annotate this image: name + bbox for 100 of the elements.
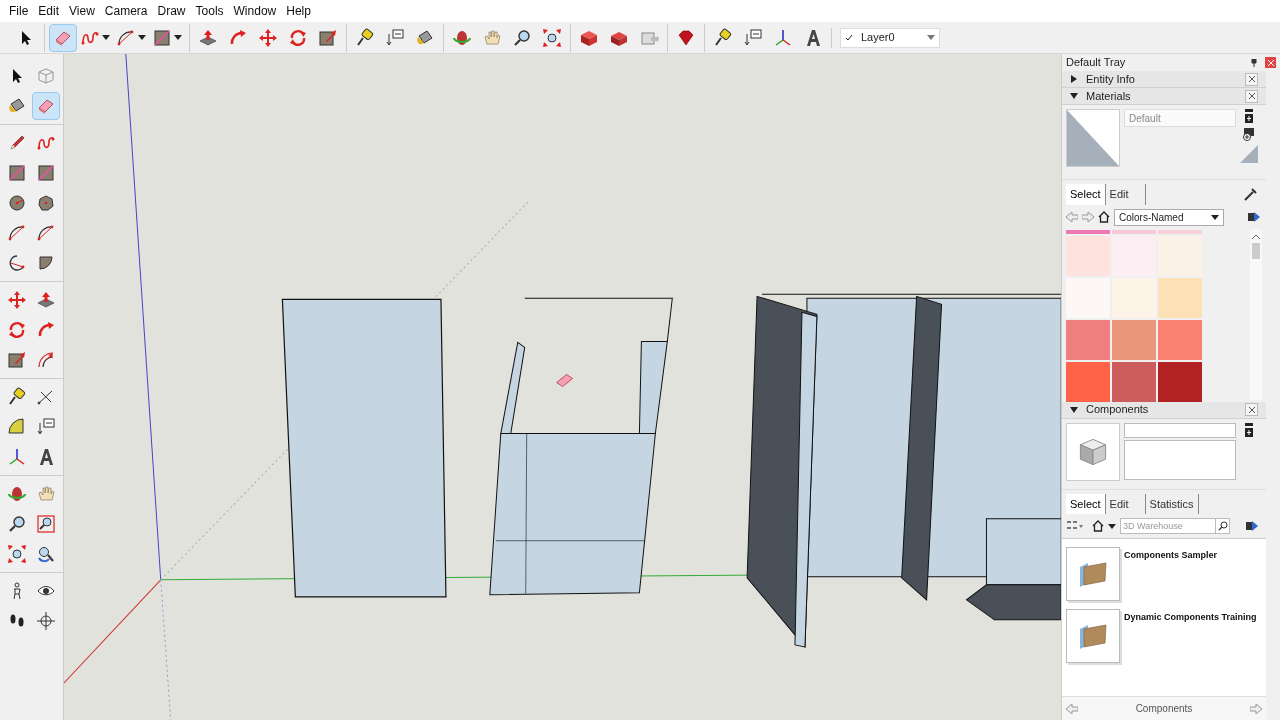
zoom-icon — [7, 514, 27, 534]
close-icon — [1267, 59, 1274, 66]
color-swatch[interactable] — [1158, 361, 1202, 402]
color-swatch[interactable] — [1112, 319, 1156, 360]
home-icon[interactable] — [1092, 520, 1104, 532]
secondary-preview — [1240, 145, 1258, 163]
close-icon — [1248, 76, 1255, 82]
close-icon — [1248, 93, 1255, 99]
scale-icon — [318, 27, 338, 48]
color-swatch[interactable] — [1112, 235, 1156, 276]
menu-item[interactable]: Window — [228, 2, 282, 20]
color-swatch[interactable] — [1158, 229, 1202, 234]
tray-title: Default Tray — [1066, 55, 1126, 71]
details-arrow-icon[interactable] — [1246, 520, 1258, 532]
close-button[interactable] — [1245, 89, 1258, 103]
gem-icon — [676, 27, 696, 48]
tray-close-button[interactable] — [1265, 57, 1276, 68]
rectangle-icon — [7, 163, 27, 183]
component-item-label[interactable]: Dynamic Components Training — [1124, 611, 1257, 625]
add-material-icon[interactable] — [1244, 109, 1254, 123]
scale-icon — [7, 350, 27, 370]
menu-item[interactable]: Tools — [190, 2, 229, 20]
caret-icon — [174, 35, 182, 40]
scroll-thumb[interactable] — [1252, 242, 1260, 259]
color-swatch[interactable] — [1158, 235, 1202, 276]
eyedropper-icon[interactable] — [1244, 187, 1258, 202]
close-icon — [1248, 406, 1255, 413]
layer-dropdown[interactable]: Layer0 — [840, 27, 940, 48]
move-icon — [7, 290, 27, 310]
panel-title: Components — [1086, 402, 1149, 418]
details-arrow-icon[interactable] — [1248, 211, 1260, 223]
caret-icon — [102, 35, 110, 40]
arc-icon — [7, 223, 27, 243]
color-swatch[interactable] — [1112, 361, 1156, 402]
component-name-field[interactable] — [1124, 422, 1236, 438]
search-button[interactable] — [1216, 518, 1230, 534]
menu-item[interactable]: File — [4, 2, 34, 20]
crosshair-icon — [36, 611, 57, 631]
menu-item[interactable]: Draw — [152, 2, 191, 20]
view-options-icon[interactable] — [1066, 520, 1084, 532]
expanded-triangle-icon — [1070, 405, 1078, 414]
color-swatch[interactable] — [1066, 235, 1110, 276]
menu-item[interactable]: Edit — [33, 2, 65, 20]
caret-icon — [138, 35, 146, 40]
eraser-tool-button[interactable] — [49, 23, 77, 52]
color-swatch[interactable] — [1158, 319, 1202, 360]
color-swatch[interactable] — [1066, 229, 1110, 234]
scrollbar[interactable] — [1250, 229, 1262, 400]
caret-icon[interactable] — [1108, 523, 1116, 529]
material-name-field[interactable]: Default — [1124, 109, 1236, 127]
search-icon — [1217, 521, 1228, 531]
protractor-icon — [7, 417, 27, 437]
text-label-icon — [36, 417, 57, 437]
panel-header[interactable]: Materials — [1062, 88, 1266, 105]
text-label-icon — [743, 27, 763, 48]
panel-tab[interactable]: Select — [1066, 184, 1106, 205]
panel-header[interactable]: Entity Info — [1062, 71, 1266, 88]
eraser-tool-button[interactable] — [32, 92, 61, 120]
search-field[interactable]: 3D Warehouse — [1120, 518, 1216, 534]
close-button[interactable] — [1245, 72, 1258, 86]
menu-item[interactable]: Camera — [99, 2, 153, 20]
zoom-window-icon — [36, 514, 57, 534]
zoom-extents-icon — [542, 27, 562, 48]
close-button[interactable] — [1245, 403, 1258, 416]
axes-icon — [7, 447, 27, 467]
component-item-label[interactable]: Components Sampler — [1124, 549, 1217, 563]
library-dropdown[interactable]: Colors-Named — [1114, 208, 1224, 226]
previous-view-icon — [36, 544, 57, 564]
folder-thumbnail[interactable] — [1066, 609, 1120, 663]
slab-arrow-icon — [36, 290, 57, 310]
panel-title: Entity Info — [1086, 71, 1135, 87]
color-swatch[interactable] — [1066, 319, 1110, 360]
home-icon[interactable] — [1098, 211, 1110, 223]
scroll-up-icon[interactable] — [1252, 233, 1260, 239]
check-icon — [845, 33, 853, 42]
color-swatch[interactable] — [1066, 361, 1110, 402]
rotate-icon — [7, 320, 27, 340]
add-component-icon[interactable] — [1244, 422, 1254, 437]
tape-measure-icon — [713, 27, 733, 48]
pin-icon[interactable] — [1251, 58, 1257, 67]
polygon-icon — [36, 193, 57, 213]
caret-icon — [927, 35, 935, 40]
panel-title: Materials — [1086, 88, 1131, 104]
viewport[interactable] — [63, 54, 1061, 720]
panel-tab[interactable]: Select — [1066, 493, 1106, 514]
panel-header[interactable]: Components — [1062, 401, 1266, 419]
color-swatch[interactable] — [1112, 229, 1156, 234]
material-preview — [1066, 109, 1120, 167]
rectangle-icon — [152, 27, 172, 48]
color-swatch[interactable] — [1158, 277, 1202, 318]
create-material-icon[interactable] — [1242, 127, 1256, 141]
expanded-triangle-icon — [1070, 92, 1078, 100]
description-field[interactable] — [1124, 439, 1236, 480]
semicircle-icon — [7, 253, 27, 273]
menu-item[interactable]: Help — [281, 2, 316, 20]
folder-thumbnail[interactable] — [1066, 547, 1120, 601]
rotate-icon — [288, 27, 308, 48]
caret-icon — [1211, 214, 1219, 220]
zoom-extents-icon — [7, 544, 27, 564]
menu-item[interactable]: View — [64, 2, 100, 20]
